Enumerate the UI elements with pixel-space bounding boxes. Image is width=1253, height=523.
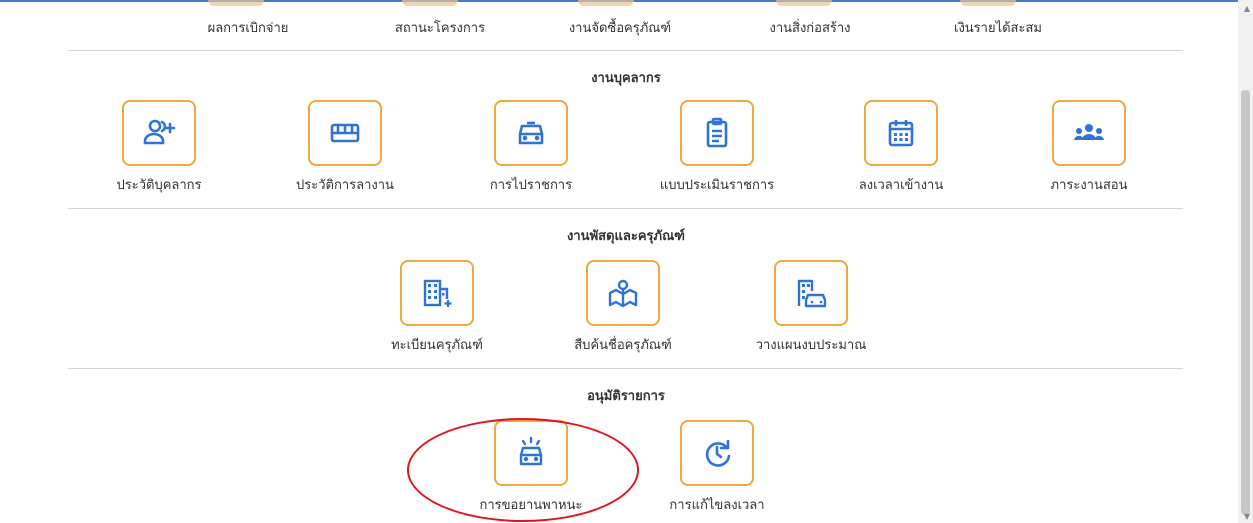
equipment-registry-button[interactable] [400,260,474,326]
top-link-equipment-purchase[interactable]: งานจัดซื้อครุภัณฑ์ [540,17,700,38]
add-user-icon [143,119,176,145]
time-correction-button[interactable] [680,420,754,486]
car-icon [518,121,544,145]
tile-remnant [960,0,1016,6]
car-alert-icon [519,436,543,466]
building-plus-icon [423,279,452,307]
section-divider [68,368,1183,369]
evaluation-form-label: แบบประเมินราชการ [659,178,775,193]
leave-history-label: ประวัติการลางาน [296,178,394,193]
bed-icon [330,123,360,143]
evaluation-form-button[interactable] [680,100,754,166]
building-car-icon [797,279,827,308]
vehicle-request-button[interactable] [494,420,568,486]
calendar-icon [888,120,914,147]
equipment-search-label: สืบค้นชื่อครุภัณฑ์ [574,338,672,353]
personnel-history-button[interactable] [122,100,196,166]
personnel-history-label: ประวัติบุคลากร [116,178,202,193]
top-link-accumulated-income[interactable]: เงินรายได้สะสม [918,17,1078,38]
section-title-personnel: งานบุคลากร [591,71,661,86]
vehicle-request-label: การขอยานพาหนะ [479,498,583,513]
scroll-thumb[interactable] [1241,90,1250,515]
scroll-down-icon[interactable]: ▼ [1244,512,1250,521]
budget-planning-label: วางแผนงบประมาณ [755,338,867,353]
time-correction-label: การแก้ไขลงเวลา [669,498,765,513]
equipment-search-button[interactable] [586,260,660,326]
tile-remnant [578,0,634,6]
budget-planning-button[interactable] [774,260,848,326]
official-travel-label: การไปราชการ [489,178,573,193]
section-title-approval: อนุมัติรายการ [587,389,665,404]
top-link-disbursement[interactable]: ผลการเบิกจ่าย [168,17,328,38]
top-link-construction[interactable]: งานสิ่งก่อสร้าง [730,17,890,38]
section-divider [68,50,1183,51]
clipboard-icon [706,117,728,148]
vertical-scrollbar[interactable]: ▲ ▼ [1238,0,1253,523]
group-icon [1074,124,1104,140]
tile-remnant [402,0,458,6]
teaching-load-button[interactable] [1052,100,1126,166]
tile-remnant [776,0,832,6]
top-link-project-status[interactable]: สถานะโครงการ [360,17,520,38]
teaching-load-label: ภาระงานสอน [1050,178,1128,193]
time-attendance-label: ลงเวลาเข้างาน [858,178,944,193]
scroll-up-icon[interactable]: ▲ [1244,4,1250,13]
tile-remnant [208,0,264,6]
map-pin-book-icon [608,279,638,308]
section-divider [68,208,1183,209]
equipment-registry-label: ทะเบียนครุภัณฑ์ [391,338,483,353]
leave-history-button[interactable] [308,100,382,166]
official-travel-button[interactable] [494,100,568,166]
clock-refresh-icon [705,439,731,467]
section-title-supplies: งานพัสดุและครุภัณฑ์ [567,229,685,244]
time-attendance-button[interactable] [864,100,938,166]
